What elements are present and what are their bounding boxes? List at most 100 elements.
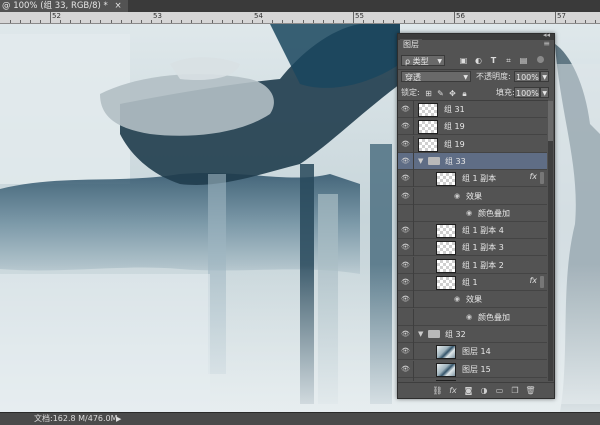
layer-row[interactable]: 👁︎ 图层 15 <box>398 361 547 378</box>
fx-expand-handle[interactable] <box>540 172 544 184</box>
effects-row[interactable]: 👁︎ ◉ 效果 <box>398 291 547 308</box>
layer-thumbnail <box>436 224 456 238</box>
status-menu-arrow-icon[interactable]: ▶ <box>116 413 121 425</box>
layer-row[interactable]: 👁︎ 组 1 副本 3 <box>398 239 547 256</box>
ruler-label: 52 <box>52 12 61 20</box>
effect-visibility-icon[interactable]: ◉ <box>454 192 460 200</box>
row-divider <box>413 378 414 381</box>
lock-transparent-icon[interactable]: ⊞ <box>424 89 433 98</box>
ruler-tick <box>404 20 405 23</box>
expand-triangle-icon[interactable]: ▼ <box>418 330 423 338</box>
visibility-eye-icon[interactable]: 👁︎ <box>401 226 410 234</box>
horizontal-ruler[interactable]: 52535455565758 <box>0 12 600 24</box>
link-icon[interactable]: ⛓ <box>432 385 443 396</box>
fx-icon[interactable]: fx <box>529 172 537 181</box>
ruler-tick <box>191 20 192 23</box>
opacity-input[interactable]: 100% <box>514 71 540 82</box>
opacity-dropdown[interactable]: ▼ <box>540 71 549 82</box>
fx-icon[interactable]: fx <box>448 385 459 396</box>
close-tab-icon[interactable]: × <box>115 1 122 11</box>
layer-name: 组 1 副本 2 <box>462 261 504 270</box>
blend-mode-select[interactable]: 穿透 ▼ <box>401 71 471 82</box>
layer-row[interactable]: 👁︎ 组 1 fx <box>398 274 547 291</box>
layer-thumbnail <box>436 345 456 359</box>
layer-row[interactable]: 👁︎ 组 31 <box>398 101 547 118</box>
effect-visibility-icon[interactable]: ◉ <box>466 209 472 217</box>
visibility-eye-icon[interactable]: 👁︎ <box>401 140 410 148</box>
ruler-tick <box>121 20 122 23</box>
ruler-tick <box>201 20 202 23</box>
layer-group-row[interactable]: 👁︎ ▼ 组 32 <box>398 326 547 343</box>
lock-label: 锁定: <box>401 88 420 97</box>
visibility-eye-icon[interactable]: 👁︎ <box>401 295 410 303</box>
visibility-eye-icon[interactable]: 👁︎ <box>401 261 410 269</box>
visibility-eye-icon[interactable]: 👁︎ <box>401 347 410 355</box>
effect-row[interactable]: ◉ 颜色叠加 <box>398 309 547 326</box>
visibility-eye-icon[interactable]: 👁︎ <box>401 330 410 338</box>
image-filter-icon[interactable]: ▣ <box>459 56 468 65</box>
ruler-tick <box>10 20 11 23</box>
effect-visibility-icon[interactable]: ◉ <box>466 313 472 321</box>
trash-icon[interactable]: 🗑︎ <box>525 385 536 396</box>
effect-visibility-icon[interactable]: ◉ <box>454 295 460 303</box>
fill-value: 100% <box>516 89 539 98</box>
lock-all-icon[interactable]: 🔒︎ <box>460 89 469 98</box>
shape-filter-icon[interactable]: ⌗ <box>504 56 513 65</box>
collapse-panel-icon[interactable]: ◂◂ <box>543 31 550 39</box>
ruler-tick <box>393 20 394 23</box>
layer-group-row[interactable]: 👁︎ ▼ 组 33 <box>398 153 547 170</box>
layer-row[interactable]: 👁︎ 组 19 <box>398 136 547 153</box>
layer-row[interactable]: 👁︎ 组 1 副本 fx <box>398 170 547 187</box>
layer-thumbnail <box>436 259 456 273</box>
panel-menu-icon[interactable]: ≡ <box>543 39 550 48</box>
layer-name: 组 1 <box>462 278 478 287</box>
visibility-eye-icon[interactable]: 👁︎ <box>401 157 410 165</box>
layers-list: 👁︎ 组 31 👁︎ 组 19 👁︎ 组 19 👁︎ ▼ 组 33 👁︎ 组 1 副本 fx 👁︎ ◉ 效果… <box>398 101 547 381</box>
layer-row[interactable]: 👁︎ 组 19 <box>398 118 547 135</box>
panel-bottom-bar: ⛓ fx ◙ ◑ ▭ ❐ 🗑︎ <box>398 382 554 398</box>
adjustment-icon[interactable]: ◑ <box>479 385 490 396</box>
new-layer-icon[interactable]: ❐ <box>510 385 521 396</box>
filter-toggle-icon[interactable] <box>537 56 544 63</box>
layer-row[interactable]: 👁︎ 图层 14 <box>398 343 547 360</box>
visibility-eye-icon[interactable]: 👁︎ <box>401 105 410 113</box>
visibility-eye-icon[interactable]: 👁︎ <box>401 243 410 251</box>
fx-icon[interactable]: fx <box>529 276 537 285</box>
ruler-label: 53 <box>153 12 162 20</box>
visibility-eye-icon[interactable]: 👁︎ <box>401 365 410 373</box>
scrollbar-thumb[interactable] <box>548 101 553 141</box>
mask-icon[interactable]: ◙ <box>463 385 474 396</box>
ruler-tick <box>212 20 213 23</box>
ruler-tick <box>444 20 445 23</box>
ruler-tick <box>40 20 41 23</box>
effects-row[interactable]: 👁︎ ◉ 效果 <box>398 188 547 205</box>
type-filter-icon[interactable]: T <box>489 56 498 65</box>
row-divider <box>413 170 414 187</box>
visibility-eye-icon[interactable]: 👁︎ <box>401 122 410 130</box>
layer-row[interactable]: 👁︎ 组 1 副本 4 <box>398 222 547 239</box>
group-folder-icon[interactable]: ▭ <box>494 385 505 396</box>
fill-input[interactable]: 100% <box>514 87 540 98</box>
adjustment-filter-icon[interactable]: ◐ <box>474 56 483 65</box>
tab-layers[interactable]: 图层 <box>400 39 422 50</box>
layers-scrollbar[interactable] <box>548 101 553 381</box>
chevron-down-icon: ▼ <box>542 90 547 97</box>
ruler-tick <box>222 20 223 23</box>
expand-triangle-icon[interactable]: ▼ <box>418 157 423 165</box>
fx-expand-handle[interactable] <box>540 276 544 288</box>
fill-dropdown[interactable]: ▼ <box>540 87 549 98</box>
lock-image-icon[interactable]: ✎ <box>436 89 445 98</box>
document-tab[interactable]: @ 100% (组 33, RGB/8) * × <box>0 0 128 12</box>
smart-object-filter-icon[interactable]: ▤ <box>519 56 528 65</box>
chevron-down-icon: ▼ <box>437 58 442 65</box>
layer-row[interactable]: 👁︎图层 16 <box>398 378 547 381</box>
chevron-down-icon: ▼ <box>542 74 547 81</box>
kind-filter-select[interactable]: ρ 类型 ▼ <box>401 55 445 66</box>
visibility-eye-icon[interactable]: 👁︎ <box>401 192 410 200</box>
lock-position-icon[interactable]: ✥ <box>448 89 457 98</box>
effect-row[interactable]: ◉ 颜色叠加 <box>398 205 547 222</box>
visibility-eye-icon[interactable]: 👁︎ <box>401 278 410 286</box>
visibility-eye-icon[interactable]: 👁︎ <box>401 174 410 182</box>
row-divider <box>413 118 414 135</box>
layer-row[interactable]: 👁︎ 组 1 副本 2 <box>398 257 547 274</box>
